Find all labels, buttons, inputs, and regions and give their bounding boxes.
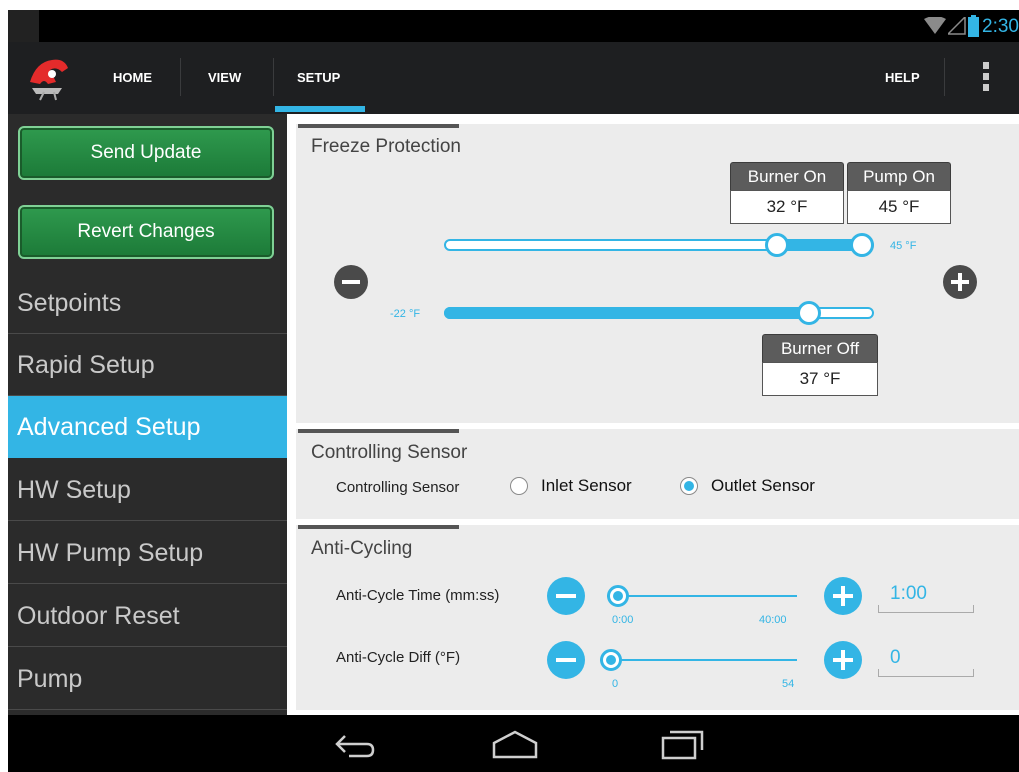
burner-on-label: Burner On [730,162,844,190]
radio-inlet-sensor-label: Inlet Sensor [541,476,632,495]
sidebar-item-hw-setup[interactable]: HW Setup [8,459,287,521]
anti-cycle-diff-label: Anti-Cycle Diff (°F) [336,649,461,666]
radio-inlet-sensor[interactable]: Inlet Sensor [510,476,632,496]
anti-cycle-time-input[interactable]: 1:00 [878,583,974,613]
plus-circle-icon[interactable] [943,265,977,299]
controlling-sensor-section: Controlling Sensor Controlling Sensor In… [296,429,1019,519]
sidebar-item-rapid-setup[interactable]: Rapid Setup [8,334,287,396]
sidebar-item-hw-pump-setup[interactable]: HW Pump Setup [8,522,287,584]
burner-off-value: 37 °F [762,362,878,396]
status-bar: 2:30 [8,10,1019,42]
send-update-button[interactable]: Send Update [18,126,274,180]
radio-outlet-sensor-label: Outlet Sensor [711,476,815,495]
pump-on-thumb[interactable] [850,233,874,257]
tab-divider [180,58,181,96]
anti-cycle-diff-plus-icon[interactable] [824,641,862,679]
help-divider [944,58,945,96]
back-icon[interactable] [333,732,377,758]
tab-view[interactable]: VIEW [208,70,241,85]
sidebar-item-outdoor-reset[interactable]: Outdoor Reset [8,585,287,647]
slider-track [600,659,797,661]
revert-changes-button[interactable]: Revert Changes [18,205,274,259]
signal-icon [948,17,966,35]
main-panel: Freeze Protection Burner On 32 °F Pump O… [287,114,1019,715]
tab-home[interactable]: HOME [113,70,152,85]
sidebar: Send Update Revert Changes Setpoints Rap… [8,114,287,715]
anti-cycle-time-min: 0:00 [612,614,634,626]
wifi-icon [924,17,946,34]
section-title: Anti-Cycling [311,538,413,559]
anti-cycling-section: Anti-Cycling Anti-Cycle Time (mm:ss) 0:0… [296,525,1019,710]
radio-checked-icon [680,477,698,495]
pump-on-value: 45 °F [847,190,951,224]
slider-fill [444,307,810,319]
anti-cycle-time-max: 40:00 [759,614,787,626]
sidebar-item-setpoints[interactable]: Setpoints [8,272,287,334]
burner-off-tag: Burner Off 37 °F [762,334,878,396]
section-title: Freeze Protection [311,136,461,157]
more-vertical-icon[interactable] [982,62,990,92]
section-accent-bar [298,429,459,433]
help-button[interactable]: HELP [885,70,920,85]
tab-divider [273,58,274,96]
burner-pump-on-slider[interactable] [444,233,874,257]
section-accent-bar [298,124,459,128]
battery-icon [968,15,979,37]
section-accent-bar [298,525,459,529]
sidebar-item-advanced-setup[interactable]: Advanced Setup [8,396,287,458]
system-nav-bar [8,715,1019,772]
burner-off-slider[interactable] [444,301,874,325]
burner-off-thumb[interactable] [797,301,822,325]
notification-thumbnail [8,10,39,42]
anti-cycle-diff-value: 0 [890,647,901,668]
anti-cycle-time-slider[interactable] [607,585,797,607]
upper-max-label: 45 °F [890,240,917,252]
input-underline [878,669,974,677]
anti-cycle-time-minus-icon[interactable] [547,577,585,615]
section-title: Controlling Sensor [311,442,468,463]
anti-cycle-diff-min: 0 [612,678,619,690]
horse-logo[interactable] [22,52,74,102]
input-underline [878,605,974,613]
anti-cycle-diff-input[interactable]: 0 [878,647,974,677]
home-icon[interactable] [492,729,538,759]
anti-cycle-time-value: 1:00 [890,583,927,604]
controlling-sensor-label: Controlling Sensor [336,479,460,496]
burner-on-thumb[interactable] [764,233,789,257]
active-tab-indicator [275,106,365,112]
anti-cycle-time-thumb[interactable] [607,585,629,607]
burner-on-value: 32 °F [730,190,844,224]
burner-off-label: Burner Off [762,334,878,362]
radio-unchecked-icon [510,477,528,495]
status-time: 2:30 [982,16,1019,37]
recents-icon[interactable] [660,728,706,760]
action-bar: HOME VIEW SETUP HELP [8,42,1019,114]
sidebar-item-pump[interactable]: Pump [8,648,287,710]
anti-cycle-time-plus-icon[interactable] [824,577,862,615]
burner-on-tag: Burner On 32 °F [730,162,844,224]
anti-cycle-diff-max: 54 [782,678,795,690]
minus-circle-icon[interactable] [334,265,368,299]
freeze-protection-section: Freeze Protection Burner On 32 °F Pump O… [296,124,1019,423]
pump-on-label: Pump On [847,162,951,190]
anti-cycle-diff-minus-icon[interactable] [547,641,585,679]
anti-cycle-diff-thumb[interactable] [600,649,622,671]
anti-cycle-time-label: Anti-Cycle Time (mm:ss) [336,587,500,604]
slider-track [607,595,797,597]
lower-min-label: -22 °F [390,308,421,320]
anti-cycle-diff-slider[interactable] [600,649,797,671]
radio-outlet-sensor[interactable]: Outlet Sensor [680,476,815,496]
pump-on-tag: Pump On 45 °F [847,162,951,224]
tab-setup[interactable]: SETUP [297,70,340,85]
